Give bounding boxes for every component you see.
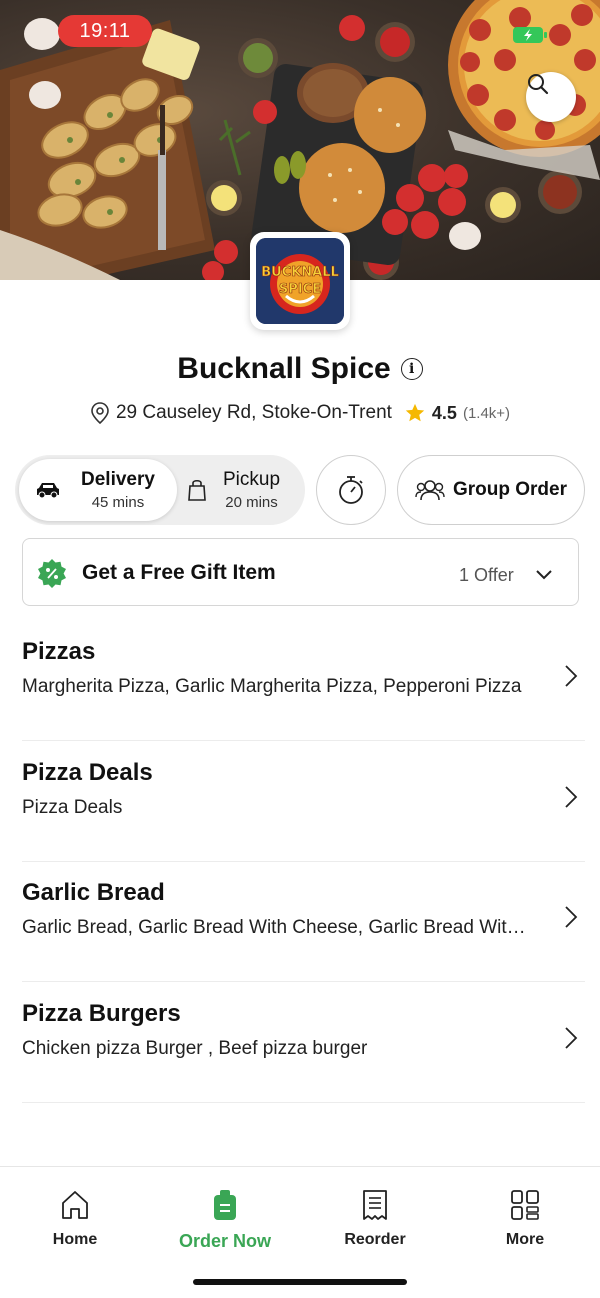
schedule-button[interactable] bbox=[316, 455, 386, 525]
chevron-right-icon bbox=[565, 665, 578, 687]
star-icon bbox=[405, 403, 425, 422]
info-icon[interactable]: i bbox=[400, 358, 423, 380]
nav-more[interactable]: More bbox=[465, 1189, 585, 1249]
discount-badge-icon bbox=[38, 559, 66, 588]
shopping-bag-icon bbox=[188, 479, 206, 501]
restaurant-name: Bucknall Spice bbox=[177, 352, 391, 385]
location-pin-icon bbox=[91, 402, 109, 424]
chevron-down-icon[interactable] bbox=[535, 569, 553, 581]
svg-text:BUCKNALL: BUCKNALL bbox=[261, 265, 339, 280]
address-row: 29 Causeley Rd, Stoke-On-Trent 4.5 (1.4k… bbox=[0, 402, 600, 424]
restaurant-logo: BUCKNALL SPICE bbox=[250, 232, 350, 330]
category-items: Pizza Deals bbox=[22, 797, 123, 818]
nav-label: Home bbox=[52, 1231, 98, 1248]
rating-count: (1.4k+) bbox=[462, 404, 511, 422]
category-row-pizza-deals[interactable]: Pizza Deals Pizza Deals bbox=[0, 741, 600, 862]
restaurant-address: 29 Causeley Rd, Stoke-On-Trent bbox=[115, 402, 392, 423]
bucknall-spice-logo: BUCKNALL SPICE bbox=[256, 238, 344, 324]
category-name: Pizza Burgers bbox=[22, 1000, 181, 1027]
rating-value: 4.5 bbox=[431, 402, 457, 423]
delivery-option[interactable]: Delivery 45 mins bbox=[19, 459, 177, 521]
nav-label: More bbox=[505, 1231, 545, 1248]
category-row-pizza-burgers[interactable]: Pizza Burgers Chicken pizza Burger , Bee… bbox=[0, 982, 600, 1103]
grid-icon bbox=[511, 1190, 539, 1220]
divider bbox=[22, 1102, 585, 1103]
category-items: Chicken pizza Burger , Beef pizza burger bbox=[22, 1038, 368, 1059]
delivery-time: 45 mins bbox=[91, 494, 145, 511]
search-button[interactable] bbox=[526, 72, 576, 122]
battery-icon bbox=[512, 26, 548, 44]
status-bar-time: 19:11 bbox=[58, 15, 152, 47]
chevron-right-icon bbox=[565, 1027, 578, 1049]
home-icon bbox=[62, 1191, 88, 1219]
offer-title: Get a Free Gift Item bbox=[82, 561, 276, 584]
nav-label: Reorder bbox=[344, 1231, 406, 1248]
nav-order-now[interactable]: Order Now bbox=[165, 1189, 285, 1252]
category-row-garlic-bread[interactable]: Garlic Bread Garlic Bread, Garlic Bread … bbox=[0, 861, 600, 982]
nav-label: Order Now bbox=[178, 1231, 271, 1251]
offer-count: 1 Offer bbox=[459, 565, 514, 585]
category-row-pizzas[interactable]: Pizzas Margherita Pizza, Garlic Margheri… bbox=[0, 620, 600, 741]
pickup-time: 20 mins bbox=[225, 494, 278, 511]
search-icon bbox=[528, 74, 549, 95]
stopwatch-icon bbox=[339, 476, 363, 504]
nav-reorder[interactable]: Reorder bbox=[315, 1189, 435, 1249]
category-name: Garlic Bread bbox=[22, 879, 165, 906]
pickup-option[interactable]: Pickup 20 mins bbox=[185, 459, 301, 521]
restaurant-title-row: Bucknall Spice i bbox=[0, 352, 600, 386]
chevron-right-icon bbox=[565, 906, 578, 928]
pickup-label: Pickup bbox=[223, 469, 281, 490]
order-bag-icon bbox=[214, 1190, 236, 1220]
chevron-right-icon bbox=[565, 786, 578, 808]
home-indicator bbox=[193, 1279, 407, 1285]
nav-home[interactable]: Home bbox=[15, 1189, 135, 1249]
car-icon bbox=[37, 483, 59, 499]
svg-text:SPICE: SPICE bbox=[279, 282, 321, 297]
category-name: Pizzas bbox=[22, 638, 96, 665]
delivery-label: Delivery bbox=[81, 469, 155, 490]
offer-banner[interactable]: Get a Free Gift Item 1 Offer bbox=[22, 538, 579, 606]
category-items: Margherita Pizza, Garlic Margherita Pizz… bbox=[22, 676, 522, 697]
group-order-label: Group Order bbox=[452, 479, 567, 500]
order-mode-toggle: Delivery 45 mins Pickup 20 mins bbox=[15, 455, 305, 525]
receipt-icon bbox=[363, 1190, 387, 1220]
group-icon bbox=[415, 480, 445, 501]
group-order-button[interactable]: Group Order bbox=[397, 455, 585, 525]
category-name: Pizza Deals bbox=[22, 759, 153, 786]
category-items: Garlic Bread, Garlic Bread With Cheese, … bbox=[22, 917, 527, 938]
